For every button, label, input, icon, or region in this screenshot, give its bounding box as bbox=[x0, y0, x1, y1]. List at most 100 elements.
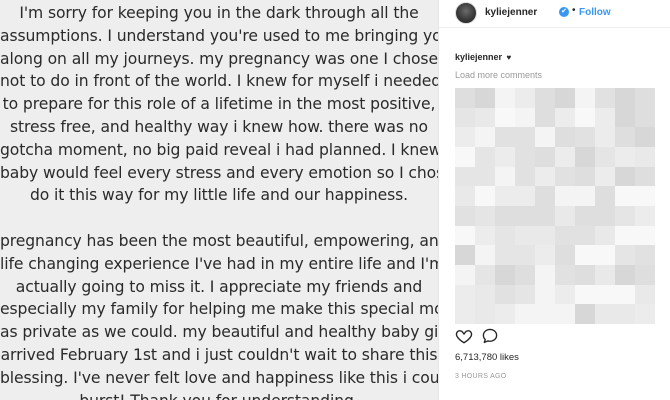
pixel-block bbox=[635, 304, 655, 324]
pixel-block bbox=[595, 146, 615, 167]
pixel-block bbox=[495, 88, 515, 108]
pixel-block bbox=[495, 205, 515, 226]
pixel-block bbox=[515, 127, 535, 147]
pixel-block bbox=[475, 225, 495, 246]
pixel-block bbox=[495, 166, 515, 187]
separator-dot: • bbox=[572, 5, 576, 16]
pixelated-comments-area bbox=[455, 88, 655, 324]
pixel-block bbox=[555, 107, 575, 128]
pixel-block bbox=[635, 127, 655, 147]
pixel-block bbox=[455, 264, 475, 285]
pixel-block bbox=[515, 166, 535, 187]
note-line: life changing experience I've had in my … bbox=[0, 254, 438, 273]
pixel-block bbox=[475, 186, 495, 206]
pixel-block bbox=[595, 186, 615, 206]
pixel-block bbox=[635, 264, 655, 285]
pixel-block bbox=[575, 264, 595, 285]
pixel-block bbox=[535, 205, 555, 226]
pixel-block bbox=[595, 205, 615, 226]
pixel-block bbox=[615, 245, 635, 265]
pixel-block bbox=[595, 107, 615, 128]
pixel-block bbox=[615, 146, 635, 167]
note-line: do it this way for my little life and ou… bbox=[29, 186, 409, 205]
pixel-block bbox=[455, 284, 475, 305]
pixel-block bbox=[615, 186, 635, 206]
pixel-block bbox=[535, 146, 555, 167]
pixel-block bbox=[495, 284, 515, 305]
pixel-block bbox=[535, 107, 555, 128]
pixel-block bbox=[575, 107, 595, 128]
note-line: to prepare for this role of a lifetime i… bbox=[2, 95, 436, 114]
pixel-block bbox=[575, 225, 595, 246]
pixel-block bbox=[455, 88, 475, 108]
pixel-block bbox=[555, 225, 575, 246]
note-line: along on all my journeys. my pregnancy w… bbox=[0, 49, 438, 68]
pixel-block bbox=[555, 127, 575, 147]
pixel-block bbox=[515, 146, 535, 167]
pixel-block bbox=[515, 304, 535, 324]
pixel-block bbox=[475, 127, 495, 147]
pixel-block bbox=[615, 225, 635, 246]
pixel-block bbox=[515, 186, 535, 206]
pixel-block bbox=[535, 304, 555, 324]
pixel-block bbox=[555, 146, 575, 167]
pixel-block bbox=[575, 186, 595, 206]
pixel-block bbox=[635, 166, 655, 187]
post-sidebar: kyliejenner ✔ • Follow kyliejenner ♥ Loa… bbox=[438, 0, 670, 400]
pixel-block bbox=[635, 107, 655, 128]
post-photo[interactable]: I'm sorry for keeping you in the dark th… bbox=[0, 0, 438, 400]
pixel-block bbox=[575, 304, 595, 324]
pixel-block bbox=[615, 264, 635, 285]
pixel-block bbox=[575, 127, 595, 147]
pixel-block bbox=[555, 304, 575, 324]
pixel-block bbox=[475, 107, 495, 128]
pixel-block bbox=[615, 304, 635, 324]
pixel-block bbox=[535, 264, 555, 285]
pixel-block bbox=[475, 264, 495, 285]
pixel-block bbox=[495, 127, 515, 147]
pixel-block bbox=[555, 245, 575, 265]
note-line: I'm sorry for keeping you in the dark th… bbox=[19, 4, 419, 22]
pixel-block bbox=[555, 186, 575, 206]
pixel-block bbox=[595, 264, 615, 285]
pixel-block bbox=[615, 107, 635, 128]
follow-button[interactable]: Follow bbox=[579, 7, 611, 18]
pixel-block bbox=[515, 225, 535, 246]
pixel-block bbox=[615, 284, 635, 305]
pixel-block bbox=[515, 284, 535, 305]
pixel-block bbox=[635, 186, 655, 206]
pixel-block bbox=[555, 88, 575, 108]
pixel-block bbox=[555, 205, 575, 226]
header-username[interactable]: kyliejenner bbox=[485, 7, 537, 18]
note-line: gotcha moment, no big paid reveal i had … bbox=[0, 140, 438, 159]
pixel-block bbox=[455, 186, 475, 206]
pixel-block bbox=[635, 284, 655, 305]
load-more-comments-link[interactable]: Load more comments bbox=[455, 70, 542, 80]
pixel-block bbox=[475, 205, 495, 226]
comment-bubble-icon[interactable] bbox=[481, 327, 499, 345]
avatar[interactable] bbox=[455, 2, 477, 24]
pixel-block bbox=[495, 225, 515, 246]
heart-outline-icon[interactable] bbox=[455, 327, 473, 345]
pixel-block bbox=[575, 166, 595, 187]
pixel-block bbox=[555, 284, 575, 305]
pixel-block bbox=[535, 166, 555, 187]
note-line: arrived February 1st and i just couldn't… bbox=[0, 345, 438, 364]
note-line: actually going to miss it. I appreciate … bbox=[15, 277, 423, 296]
pixel-block bbox=[515, 245, 535, 265]
pixel-block bbox=[475, 88, 495, 108]
note-line: baby would feel every stress and every e… bbox=[0, 163, 438, 182]
pixel-block bbox=[515, 264, 535, 285]
caption-username[interactable]: kyliejenner bbox=[455, 52, 502, 62]
pixel-block bbox=[535, 186, 555, 206]
pixel-block bbox=[495, 186, 515, 206]
note-line: not to do in front of the world. I knew … bbox=[0, 72, 438, 91]
pixel-block bbox=[475, 166, 495, 187]
pixel-block bbox=[495, 304, 515, 324]
pixel-block bbox=[575, 146, 595, 167]
likes-count[interactable]: 6,713,780 likes bbox=[455, 352, 519, 363]
pixel-block bbox=[495, 107, 515, 128]
pixel-block bbox=[455, 146, 475, 167]
pixel-block bbox=[495, 146, 515, 167]
pixel-block bbox=[535, 88, 555, 108]
